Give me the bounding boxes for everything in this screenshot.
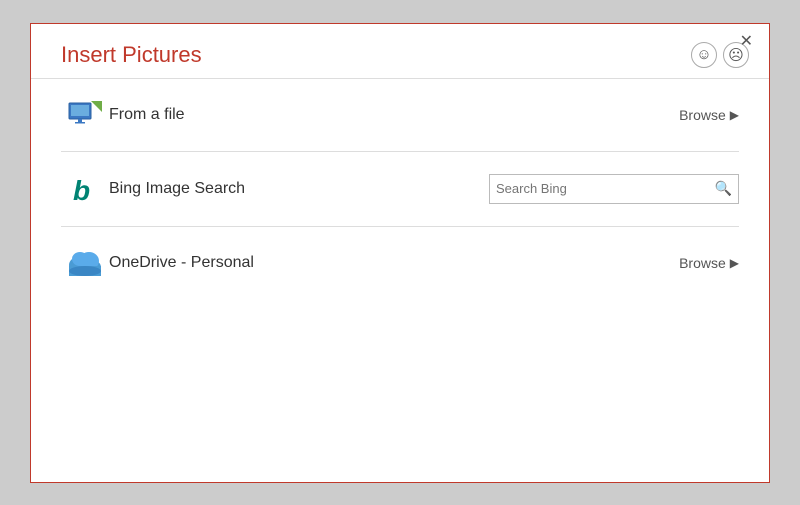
from-file-row[interactable]: ↑ From a file Browse ▶ xyxy=(61,79,739,152)
bing-search-action[interactable]: 🔍 xyxy=(489,174,739,204)
onedrive-icon-svg xyxy=(67,249,103,277)
from-file-action[interactable]: Browse ▶ xyxy=(679,107,739,123)
onedrive-label: OneDrive - Personal xyxy=(109,254,679,272)
onedrive-icon xyxy=(61,249,109,277)
bing-icon-svg: b xyxy=(71,174,99,204)
insert-pictures-dialog: ✕ Insert Pictures ☺ ☹ xyxy=(30,23,770,483)
close-button[interactable]: ✕ xyxy=(736,32,757,52)
bing-search-magnifier-icon: 🔍 xyxy=(715,180,732,197)
bing-label: Bing Image Search xyxy=(109,180,489,198)
svg-text:b: b xyxy=(73,175,90,204)
happy-feedback-icon[interactable]: ☺ xyxy=(691,42,717,68)
title-bar: Insert Pictures ☺ ☹ xyxy=(31,24,769,78)
content-area: ↑ From a file Browse ▶ b Bing Image Sear… xyxy=(31,79,769,482)
bing-search-input[interactable] xyxy=(496,181,715,196)
bing-search-row[interactable]: b Bing Image Search 🔍 xyxy=(61,152,739,227)
onedrive-browse-label: Browse xyxy=(679,255,726,271)
onedrive-arrow: ▶ xyxy=(730,256,739,270)
from-file-label: From a file xyxy=(109,106,679,124)
onedrive-row[interactable]: OneDrive - Personal Browse ▶ xyxy=(61,227,739,299)
from-file-browse-label: Browse xyxy=(679,107,726,123)
svg-text:↑: ↑ xyxy=(94,105,98,112)
bing-search-box[interactable]: 🔍 xyxy=(489,174,739,204)
bing-icon: b xyxy=(61,174,109,204)
onedrive-browse[interactable]: Browse ▶ xyxy=(679,255,739,271)
dialog-title: Insert Pictures xyxy=(61,42,202,68)
onedrive-action[interactable]: Browse ▶ xyxy=(679,255,739,271)
from-file-browse[interactable]: Browse ▶ xyxy=(679,107,739,123)
file-icon: ↑ xyxy=(61,101,109,129)
file-icon-svg: ↑ xyxy=(68,101,102,129)
from-file-arrow: ▶ xyxy=(730,108,739,122)
